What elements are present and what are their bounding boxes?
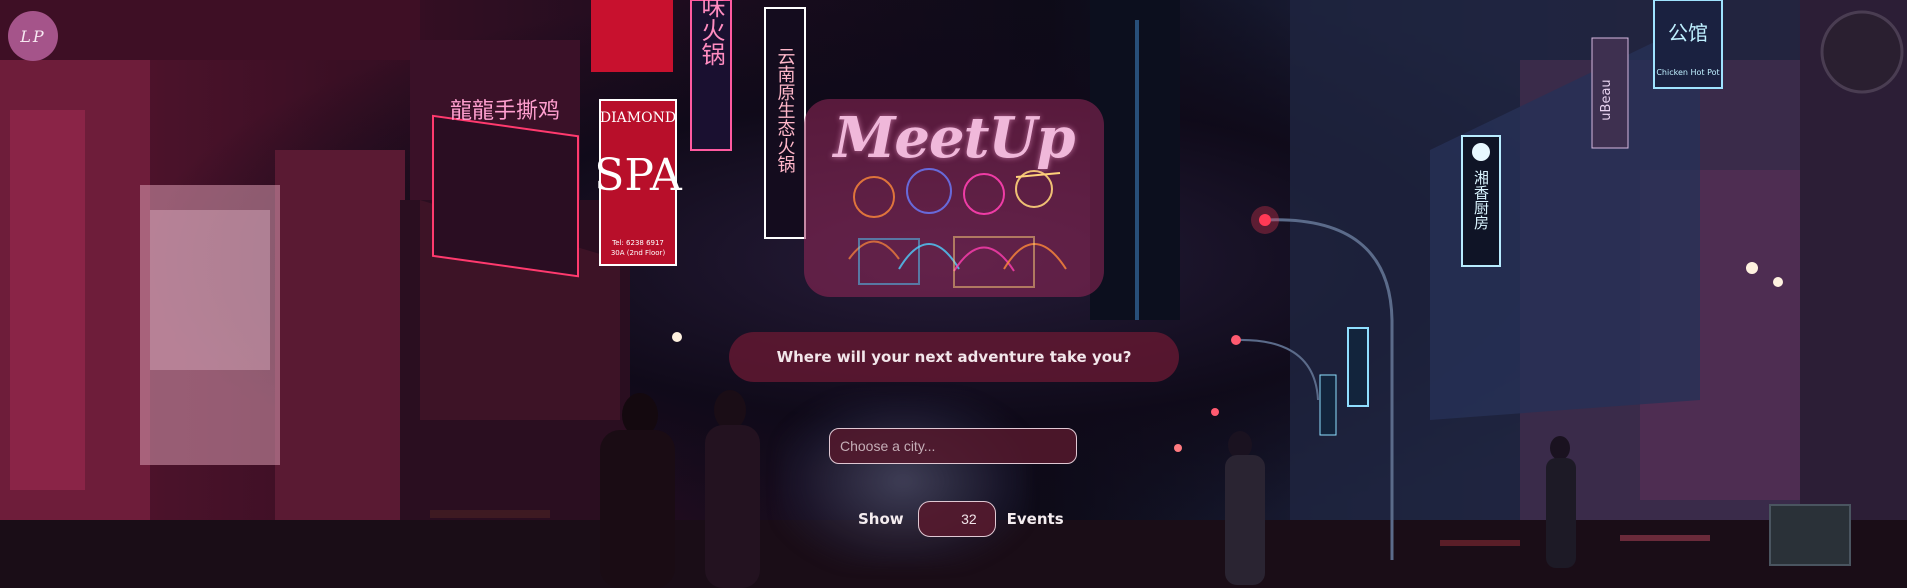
sign-vertical-1: 味火锅 xyxy=(697,0,725,66)
sign-right-1: 湘香厨房 xyxy=(1472,170,1490,230)
question-banner: Where will your next adventure take you? xyxy=(729,332,1179,382)
city-search-input[interactable] xyxy=(829,428,1077,464)
sign-diamond: DIAMOND xyxy=(600,110,676,126)
events-label: Events xyxy=(1006,510,1064,528)
sign-spa-detail-1: Tel: 6238 6917 xyxy=(611,239,664,247)
user-avatar[interactable]: LP xyxy=(8,11,58,61)
events-count-control: Show Events xyxy=(858,500,1064,538)
brand-title: MeetUp xyxy=(833,105,1075,171)
events-count-input[interactable] xyxy=(917,501,996,537)
sign-right-3: Chicken Hot Pot xyxy=(1656,68,1719,77)
sign-bracket: uBeau xyxy=(1599,79,1614,120)
sign-vertical-2: 云南原生态火锅 xyxy=(775,47,796,174)
question-text: Where will your next adventure take you? xyxy=(776,348,1132,366)
show-label: Show xyxy=(858,510,904,528)
sign-spa-detail-2: 30A (2nd Floor) xyxy=(611,249,666,257)
brand-logo-card: MeetUp xyxy=(804,99,1104,297)
avatar-initials: LP xyxy=(20,26,46,46)
sign-left-shopfront: 龍龍手撕鸡 xyxy=(450,99,560,124)
sign-right-2: 公馆 xyxy=(1668,21,1708,45)
sign-spa: SPA xyxy=(594,150,683,201)
blur-panel xyxy=(778,395,1028,567)
